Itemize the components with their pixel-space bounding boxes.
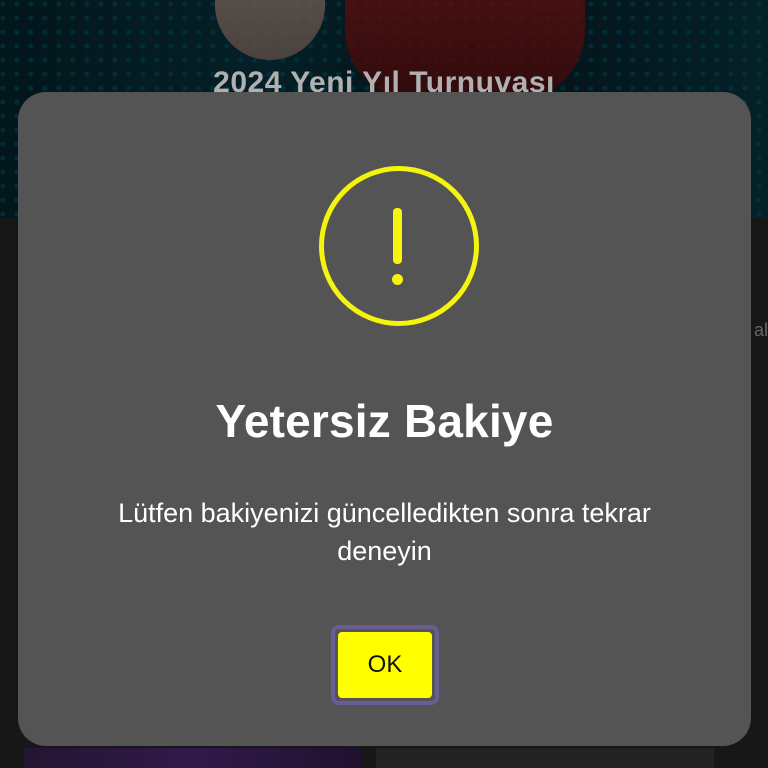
dialog-message: Lütfen bakiyenizi güncelledikten sonra t… (118, 498, 651, 566)
exclamation-dot (392, 274, 403, 285)
exclamation-bar (393, 208, 402, 264)
app-screen: 2024 Yeni Yıl Turnuvası al Yetersiz Baki… (0, 0, 768, 768)
dialog-title: Yetersiz Bakiye (215, 395, 554, 447)
ok-button-label: OK (338, 632, 432, 698)
ok-button[interactable]: OK (331, 625, 439, 705)
insufficient-balance-dialog: Yetersiz Bakiye Lütfen bakiyenizi güncel… (18, 92, 751, 746)
